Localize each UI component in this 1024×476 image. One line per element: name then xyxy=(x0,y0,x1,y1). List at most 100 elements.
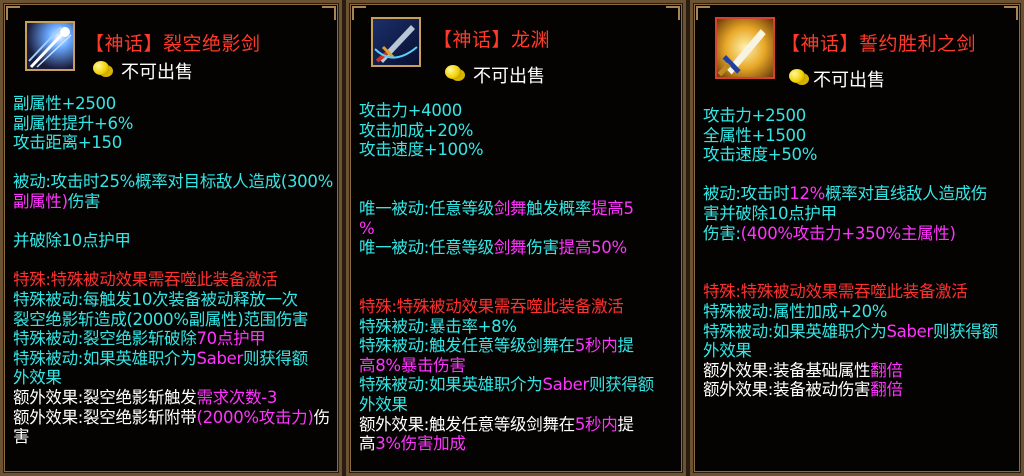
description-segment: 攻击力+2500 xyxy=(703,106,806,125)
description-line: % xyxy=(359,219,681,239)
description-segment: 额外效果:裂空绝影斩附带 xyxy=(13,407,197,427)
description-segment: 特殊被动:如果英雄职介为 xyxy=(359,375,543,395)
item-title: 【神话】裂空绝影剑 xyxy=(85,33,261,55)
item-title: 【神话】誓约胜利之剑 xyxy=(781,33,977,55)
description-line: 攻击速度+50% xyxy=(703,145,1019,165)
description-segment: 全属性+1500 xyxy=(703,125,806,145)
description-line: 特殊被动:属性加成+20% xyxy=(703,302,1019,322)
description-segment: 剑舞 xyxy=(493,238,527,258)
description-line: 攻击加成+20% xyxy=(359,121,681,141)
description-segment: 提 xyxy=(617,336,634,356)
description-segment: 攻击速度+100% xyxy=(359,140,484,160)
description-line: 副属性提升+6% xyxy=(13,114,337,134)
description-segment: 伤害 xyxy=(67,191,101,211)
description-segment: 则获得额 xyxy=(588,375,654,395)
description-segment: 5秒内 xyxy=(574,336,618,356)
frame-corner xyxy=(696,6,710,20)
description-segment: 被动:攻击时 xyxy=(703,184,790,204)
description-line: 裂空绝影斩造成(2000%副属性)范围伤害 xyxy=(13,310,337,330)
description-segment: 唯一被动:任意等级 xyxy=(359,238,494,258)
description-line: 攻击力+2500 xyxy=(703,106,1019,126)
frame-corner xyxy=(322,6,336,20)
description-segment: 特殊被动:如果英雄职介为 xyxy=(13,348,197,368)
description-segment: 高8%暴击伤害 xyxy=(359,355,466,375)
description-line: 额外效果:裂空绝影斩触发需求次数-3 xyxy=(13,388,337,408)
description-segment: 外效果 xyxy=(359,394,408,414)
description-segment: 特殊被动:裂空绝影斩破除 xyxy=(13,329,197,349)
description-line: 副属性+2500 xyxy=(13,94,337,114)
description-line: 特殊被动:触发任意等级剑舞在5秒内提 xyxy=(359,336,681,356)
description-segment: 伤害加成 xyxy=(400,434,466,454)
description-line: 额外效果:装备被动伤害翻倍 xyxy=(703,380,1019,400)
description-segment: % xyxy=(359,218,375,238)
description-line: 特殊:特殊被动效果需吞噬此装备激活 xyxy=(703,282,1019,302)
frame-corner xyxy=(352,6,366,20)
description-segment: 提高5 xyxy=(591,198,634,218)
description-segment: 并破除10点护甲 xyxy=(13,231,131,251)
description-segment: 概率对直线敌人造成伤 xyxy=(825,184,988,204)
description-line: 特殊:特殊被动效果需吞噬此装备激活 xyxy=(13,270,337,290)
description-segment: Saber xyxy=(196,348,243,368)
description-line: 高8%暴击伤害 xyxy=(359,356,681,376)
description-segment: 特殊被动:每触发10次装备被动释放一次 xyxy=(13,289,298,309)
description-line: 副属性)伤害 xyxy=(13,192,337,212)
description-segment: 副属性+2500 xyxy=(13,94,116,113)
description-line: 外效果 xyxy=(359,395,681,415)
item-description: 副属性+2500 副属性提升+6% 攻击距离+150 被动:攻击时25%概率对目标敌人… xyxy=(13,94,337,447)
description-segment: 5秒内 xyxy=(574,414,618,434)
description-segment: 额外效果:装备被动伤害 xyxy=(703,380,871,400)
description-segment: 额外效果:触发任意等级剑舞在 xyxy=(359,414,575,434)
description-segment: 外效果 xyxy=(703,341,752,361)
excalibur-icon xyxy=(715,17,775,79)
description-segment: 攻击距离+150 xyxy=(13,133,122,153)
description-segment: 提 xyxy=(617,414,634,434)
description-line: 特殊被动:暴击率+8% xyxy=(359,317,681,337)
description-segment: 特殊被动:触发任意等级剑舞在 xyxy=(359,336,575,356)
description-segment: 需求次数-3 xyxy=(196,387,278,407)
description-line: 特殊被动:如果英雄职介为Saber则获得额 xyxy=(13,349,337,369)
description-line: 外效果 xyxy=(703,341,1019,361)
description-segment: 范围伤害 xyxy=(243,309,309,329)
coin-icon xyxy=(93,61,109,75)
item-tooltip-2: 【神话】龙渊 不可出售 攻击力+4000 攻击加成+20% 攻击速度+100% 唯一被… xyxy=(346,0,686,476)
description-line: 攻击距离+150 xyxy=(13,133,337,153)
description-segment: 被动:攻击时25%概率对目标敌人造成(300% xyxy=(13,172,333,192)
description-segment: 特殊:特殊被动效果需吞噬此装备激活 xyxy=(359,296,624,316)
description-segment: 特殊:特殊被动效果需吞噬此装备激活 xyxy=(703,282,968,302)
sword-slash-icon xyxy=(25,21,75,71)
description-segment: 70点护甲 xyxy=(196,329,266,349)
description-segment: 特殊被动:暴击率+8% xyxy=(359,316,517,336)
description-line: 攻击速度+100% xyxy=(359,140,681,160)
description-line: 被动:攻击时12%概率对直线敌人造成伤 xyxy=(703,184,1019,204)
description-segment: 伤害: xyxy=(703,223,741,243)
description-segment: (400%攻击力+350%主属性) xyxy=(740,223,956,243)
description-line: 特殊被动:如果英雄职介为Saber则获得额 xyxy=(703,322,1019,342)
description-segment: 翻倍 xyxy=(870,380,903,400)
description-line: 全属性+1500 xyxy=(703,126,1019,146)
description-line: 高3%伤害加成 xyxy=(359,434,681,454)
description-line: 唯一被动:任意等级剑舞伤害提高50% xyxy=(359,238,681,258)
description-segment: 攻击加成+20% xyxy=(359,120,474,140)
item-description: 攻击力+2500 全属性+1500 攻击速度+50% 被动:攻击时12%概率对直线敌人… xyxy=(703,106,1019,400)
coin-icon xyxy=(789,69,805,83)
description-segment: 伤害 xyxy=(526,238,559,258)
description-segment: 提高50% xyxy=(558,238,627,258)
description-segment: 特殊被动:属性加成+20% xyxy=(703,301,888,321)
coin-icon xyxy=(445,65,461,79)
description-line: 伤害:(400%攻击力+350%主属性) xyxy=(703,224,1019,244)
description-line: 额外效果:触发任意等级剑舞在5秒内提 xyxy=(359,415,681,435)
description-segment: 害并破除10点护甲 xyxy=(703,203,837,223)
description-segment: Saber xyxy=(542,375,589,395)
description-line: 攻击力+4000 xyxy=(359,101,681,121)
frame-corner xyxy=(1004,6,1018,20)
item-description: 攻击力+4000 攻击加成+20% 攻击速度+100% 唯一被动:任意等级剑舞触发概率… xyxy=(359,101,681,454)
description-line: 害 xyxy=(13,427,337,447)
description-segment: 剑舞 xyxy=(493,198,527,218)
